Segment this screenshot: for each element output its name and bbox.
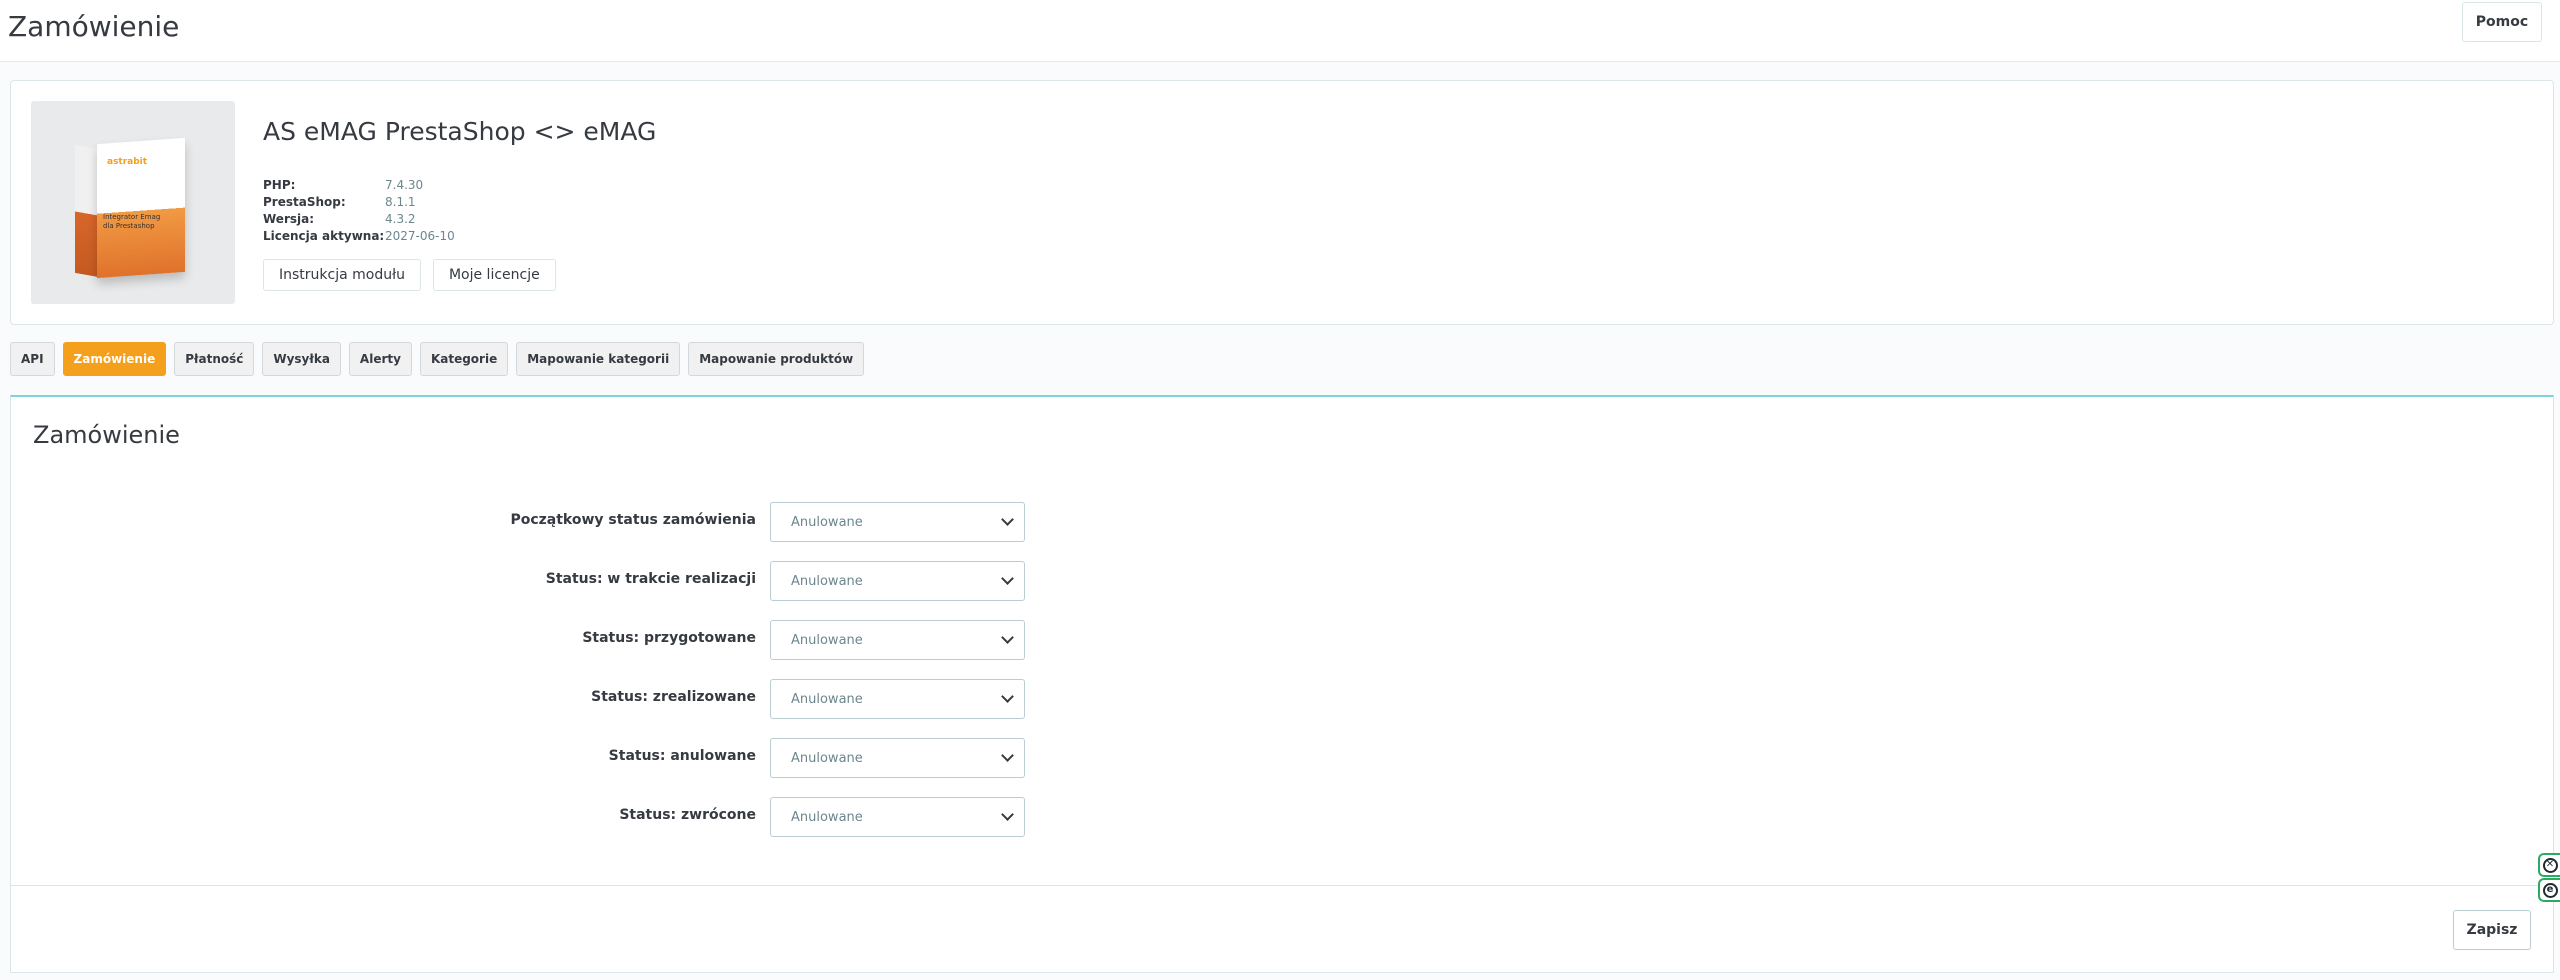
completed-status-select[interactable]: Anulowane xyxy=(770,679,1025,719)
select-value: Anulowane xyxy=(791,692,863,707)
save-button[interactable]: Zapisz xyxy=(2453,910,2531,950)
widget-chat-button[interactable]: e xyxy=(2538,878,2560,902)
form-row-completed-status: Status: zrealizowane Anulowane xyxy=(11,679,1111,719)
form-row-prepared-status: Status: przygotowane Anulowane xyxy=(11,620,1111,660)
tab-bar: API Zamówienie Płatność Wysyłka Alerty K… xyxy=(10,342,865,376)
field-label: Status: przygotowane xyxy=(582,630,756,646)
info-row-prestashop: PrestaShop: 8.1.1 xyxy=(263,195,416,209)
chevron-down-icon xyxy=(1001,749,1014,762)
form-title: Zamówienie xyxy=(33,421,180,449)
info-row-version: Wersja: 4.3.2 xyxy=(263,212,416,226)
chevron-down-icon xyxy=(1001,808,1014,821)
field-label: Początkowy status zamówienia xyxy=(510,512,756,528)
field-label: Status: zwrócone xyxy=(619,807,756,823)
select-value: Anulowane xyxy=(791,574,863,589)
tab-order[interactable]: Zamówienie xyxy=(62,342,167,376)
module-name: AS eMAG PrestaShop <> eMAG xyxy=(263,117,657,146)
tab-product-mapping[interactable]: Mapowanie produktów xyxy=(688,342,865,376)
module-instructions-button[interactable]: Instrukcja modułu xyxy=(263,259,421,291)
prepared-status-select[interactable]: Anulowane xyxy=(770,620,1025,660)
info-row-php: PHP: 7.4.30 xyxy=(263,178,424,192)
select-value: Anulowane xyxy=(791,810,863,825)
info-row-license: Licencja aktywna: 2027-06-10 xyxy=(263,229,455,243)
form-footer-divider xyxy=(11,885,2553,886)
my-licenses-button[interactable]: Moje licencje xyxy=(432,259,556,291)
field-label: Status: anulowane xyxy=(608,748,756,764)
chevron-down-icon xyxy=(1001,690,1014,703)
page-header: Zamówienie Pomoc xyxy=(0,0,2560,62)
module-buttons: Instrukcja modułu Moje licencje xyxy=(263,259,556,291)
chevron-down-icon xyxy=(1001,513,1014,526)
tab-categories[interactable]: Kategorie xyxy=(419,342,509,376)
form-row-initial-status: Początkowy status zamówienia Anulowane xyxy=(11,502,1111,542)
order-settings-form: Zamówienie Początkowy status zamówienia … xyxy=(10,395,2554,973)
chevron-down-icon xyxy=(1001,572,1014,585)
form-row-returned-status: Status: zwrócone Anulowane xyxy=(11,797,1111,837)
field-label: Status: w trakcie realizacji xyxy=(545,571,756,587)
tab-shipping[interactable]: Wysyłka xyxy=(262,342,341,376)
module-card: astrabit Integrator Emag dla Prestashop … xyxy=(10,80,2554,325)
box-brand-logo: astrabit xyxy=(107,157,148,167)
module-image: astrabit Integrator Emag dla Prestashop xyxy=(31,101,235,304)
tab-category-mapping[interactable]: Mapowanie kategorii xyxy=(516,342,681,376)
widget-close-button[interactable]: ✕ xyxy=(2538,853,2560,877)
cancelled-status-select[interactable]: Anulowane xyxy=(770,738,1025,778)
tab-payment[interactable]: Płatność xyxy=(174,342,255,376)
chevron-down-icon xyxy=(1001,631,1014,644)
help-button[interactable]: Pomoc xyxy=(2462,2,2542,42)
tab-alerts[interactable]: Alerty xyxy=(348,342,412,376)
returned-status-select[interactable]: Anulowane xyxy=(770,797,1025,837)
form-row-cancelled-status: Status: anulowane Anulowane xyxy=(11,738,1111,778)
in-progress-status-select[interactable]: Anulowane xyxy=(770,561,1025,601)
page-title: Zamówienie xyxy=(8,10,180,43)
select-value: Anulowane xyxy=(791,515,863,530)
tab-api[interactable]: API xyxy=(10,342,55,376)
chat-icon: e xyxy=(2542,882,2558,898)
product-box-graphic: astrabit Integrator Emag dla Prestashop xyxy=(67,129,185,279)
box-caption: Integrator Emag dla Prestashop xyxy=(103,213,161,231)
select-value: Anulowane xyxy=(791,633,863,648)
form-row-in-progress-status: Status: w trakcie realizacji Anulowane xyxy=(11,561,1111,601)
field-label: Status: zrealizowane xyxy=(591,689,756,705)
module-info: PHP: 7.4.30 PrestaShop: 8.1.1 Wersja: 4.… xyxy=(263,177,455,245)
initial-status-select[interactable]: Anulowane xyxy=(770,502,1025,542)
close-icon: ✕ xyxy=(2542,857,2558,873)
select-value: Anulowane xyxy=(791,751,863,766)
